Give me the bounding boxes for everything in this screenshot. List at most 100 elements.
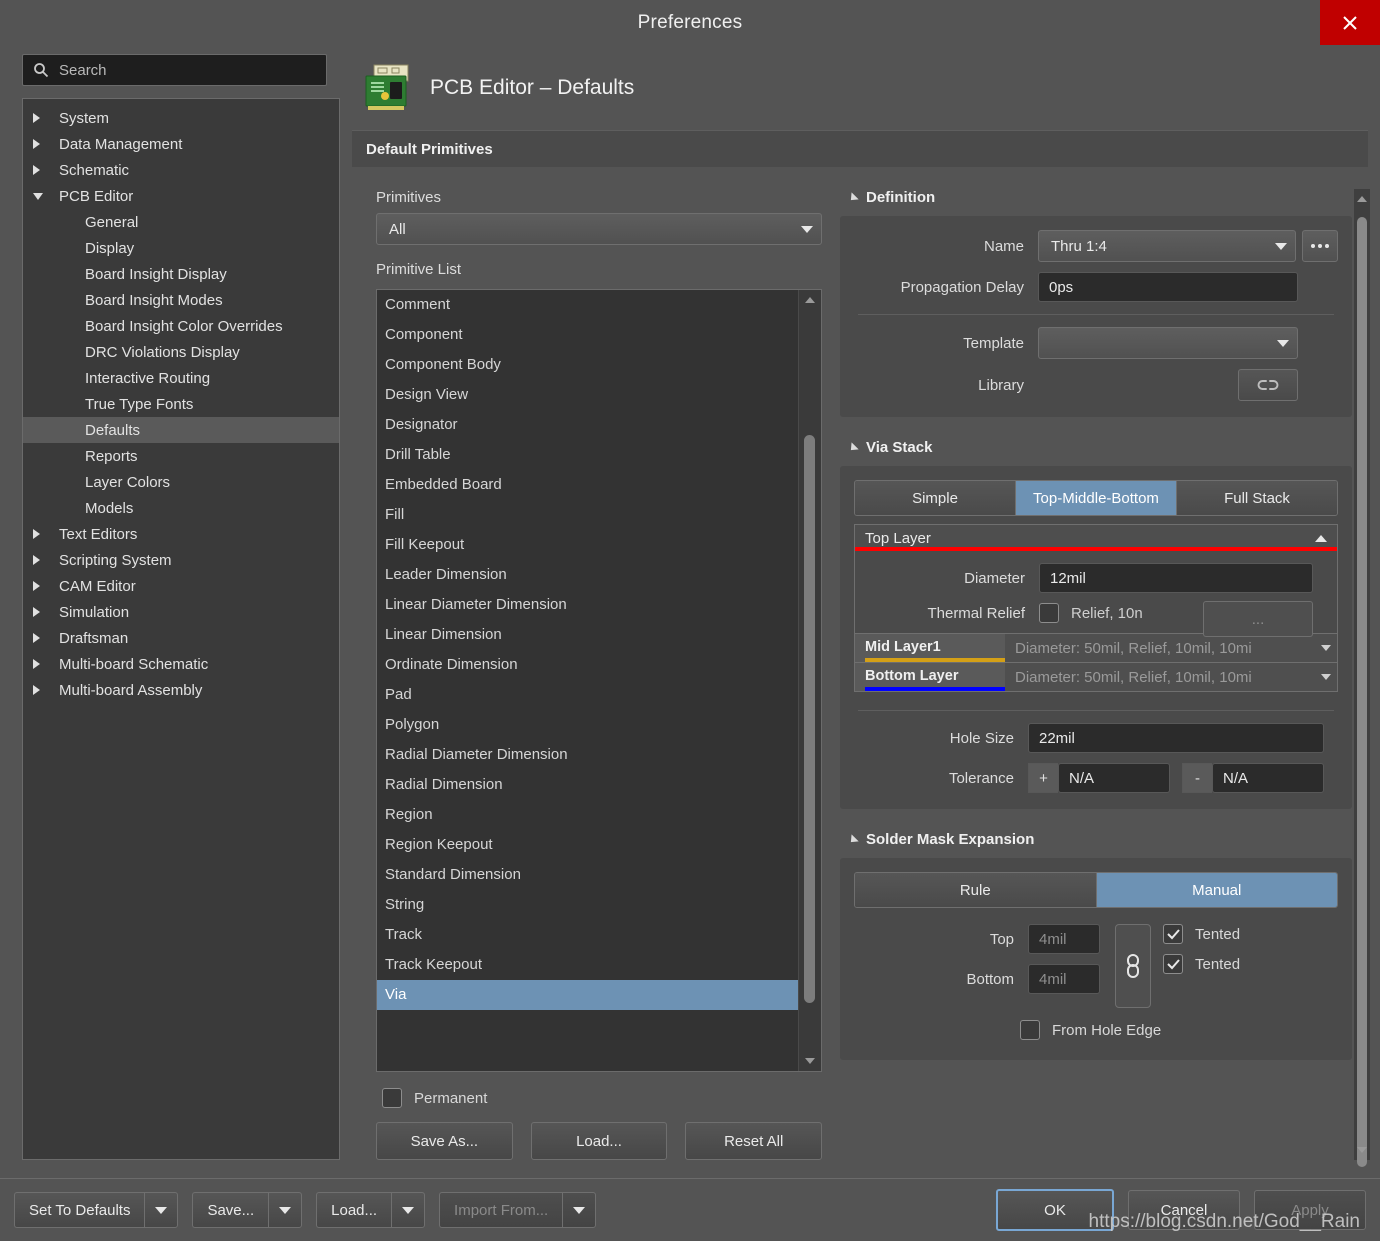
- tree-expander[interactable]: [33, 555, 59, 565]
- mask-mode-rule[interactable]: Rule: [855, 873, 1097, 907]
- link-top-bottom-toggle[interactable]: [1115, 924, 1151, 1008]
- sidebar-item-board-insight-display[interactable]: Board Insight Display: [23, 261, 339, 287]
- name-more-button[interactable]: [1302, 230, 1338, 262]
- set-to-defaults-button[interactable]: Set To Defaults: [14, 1192, 179, 1228]
- list-item[interactable]: Standard Dimension: [377, 860, 799, 890]
- list-item[interactable]: Pad: [377, 680, 799, 710]
- thermal-relief-checkbox[interactable]: [1039, 603, 1059, 623]
- list-item[interactable]: Drill Table: [377, 440, 799, 470]
- sidebar-item-board-insight-modes[interactable]: Board Insight Modes: [23, 287, 339, 313]
- chevron-down-icon[interactable]: [1321, 674, 1331, 680]
- load-button[interactable]: Load...: [530, 1122, 668, 1160]
- sidebar-item-display[interactable]: Display: [23, 235, 339, 261]
- list-item[interactable]: Leader Dimension: [377, 560, 799, 590]
- permanent-checkbox[interactable]: [382, 1088, 402, 1108]
- sidebar-item-draftsman[interactable]: Draftsman: [23, 625, 339, 651]
- tree-expander[interactable]: [33, 685, 59, 695]
- list-item[interactable]: Track Keepout: [377, 950, 799, 980]
- set-to-defaults-arrow[interactable]: [144, 1192, 179, 1228]
- list-item[interactable]: Linear Diameter Dimension: [377, 590, 799, 620]
- scrollbar-thumb[interactable]: [804, 435, 815, 1003]
- sidebar-item-pcb-editor[interactable]: PCB Editor: [23, 183, 339, 209]
- mask-bottom-input[interactable]: 4mil: [1028, 964, 1100, 994]
- list-item[interactable]: Linear Dimension: [377, 620, 799, 650]
- via-mode-full-stack[interactable]: Full Stack: [1177, 481, 1337, 515]
- sidebar-item-cam-editor[interactable]: CAM Editor: [23, 573, 339, 599]
- name-dropdown[interactable]: Thru 1:4: [1038, 230, 1296, 262]
- search-input[interactable]: Search: [22, 54, 327, 86]
- via-mode-simple[interactable]: Simple: [855, 481, 1016, 515]
- mask-mode-manual[interactable]: Manual: [1096, 873, 1337, 907]
- sidebar-item-reports[interactable]: Reports: [23, 443, 339, 469]
- sidebar-item-multi-board-schematic[interactable]: Multi-board Schematic: [23, 651, 339, 677]
- sidebar-item-simulation[interactable]: Simulation: [23, 599, 339, 625]
- scroll-down-button[interactable]: [799, 1051, 821, 1071]
- primitives-filter-dropdown[interactable]: All: [376, 213, 822, 245]
- primitive-listbox[interactable]: Comment Component Component Body Design Vie…: [376, 289, 822, 1072]
- properties-scrollbar-thumb[interactable]: [1357, 217, 1367, 1167]
- properties-scroll-down[interactable]: [1354, 1140, 1370, 1160]
- load-footer-button[interactable]: Load...: [316, 1192, 426, 1228]
- mask-top-input[interactable]: 4mil: [1028, 924, 1100, 954]
- solder-mask-group-header[interactable]: Solder Mask Expansion: [847, 831, 1352, 848]
- list-item[interactable]: Radial Diameter Dimension: [377, 740, 799, 770]
- cancel-button[interactable]: Cancel: [1128, 1190, 1240, 1230]
- tree-expander[interactable]: [33, 529, 59, 539]
- sidebar-item-models[interactable]: Models: [23, 495, 339, 521]
- list-item[interactable]: Fill: [377, 500, 799, 530]
- sidebar-item-defaults[interactable]: Defaults: [23, 417, 339, 443]
- layer-row[interactable]: Mid Layer1 Diameter: 50mil, Relief, 10mil…: [855, 634, 1337, 663]
- sidebar-item-schematic[interactable]: Schematic: [23, 157, 339, 183]
- primitive-list-scrollbar[interactable]: [798, 290, 821, 1071]
- template-dropdown[interactable]: [1038, 327, 1298, 359]
- tree-expander[interactable]: [33, 581, 59, 591]
- propagation-delay-input[interactable]: 0ps: [1038, 272, 1298, 302]
- list-item[interactable]: Region: [377, 800, 799, 830]
- ok-button[interactable]: OK: [996, 1189, 1114, 1231]
- diameter-input[interactable]: 12mil: [1039, 563, 1313, 593]
- chevron-down-icon[interactable]: [1321, 645, 1331, 651]
- via-stack-group-header[interactable]: Via Stack: [847, 439, 1352, 456]
- list-item[interactable]: Component Body: [377, 350, 799, 380]
- sidebar-item-layer-colors[interactable]: Layer Colors: [23, 469, 339, 495]
- sidebar-item-true-type-fonts[interactable]: True Type Fonts: [23, 391, 339, 417]
- list-item[interactable]: Via: [377, 980, 799, 1010]
- from-hole-edge-checkbox[interactable]: [1020, 1020, 1040, 1040]
- list-item[interactable]: Polygon: [377, 710, 799, 740]
- tree-expander[interactable]: [33, 192, 59, 200]
- tree-expander[interactable]: [33, 139, 59, 149]
- sidebar-item-board-insight-color-overrides[interactable]: Board Insight Color Overrides: [23, 313, 339, 339]
- thermal-relief-more-button[interactable]: ...: [1203, 601, 1313, 637]
- tree-expander[interactable]: [33, 165, 59, 175]
- list-item[interactable]: Embedded Board: [377, 470, 799, 500]
- top-tented-checkbox[interactable]: [1163, 924, 1183, 944]
- tree-expander[interactable]: [33, 113, 59, 123]
- settings-tree[interactable]: System Data Management Schematic PCB Editor…: [22, 98, 340, 1160]
- library-link-button[interactable]: [1238, 369, 1298, 401]
- close-button[interactable]: [1320, 0, 1380, 45]
- sidebar-item-data-management[interactable]: Data Management: [23, 131, 339, 157]
- top-layer-header[interactable]: Top Layer: [855, 525, 1337, 547]
- tree-expander[interactable]: [33, 659, 59, 669]
- list-item[interactable]: Ordinate Dimension: [377, 650, 799, 680]
- load-footer-arrow[interactable]: [391, 1192, 426, 1228]
- sidebar-item-multi-board-assembly[interactable]: Multi-board Assembly: [23, 677, 339, 703]
- sidebar-item-general[interactable]: General: [23, 209, 339, 235]
- list-item[interactable]: Track: [377, 920, 799, 950]
- scroll-up-button[interactable]: [799, 290, 821, 310]
- list-item[interactable]: Radial Dimension: [377, 770, 799, 800]
- load-footer-label[interactable]: Load...: [316, 1192, 392, 1228]
- sidebar-item-system[interactable]: System: [23, 105, 339, 131]
- list-item[interactable]: String: [377, 890, 799, 920]
- sidebar-item-drc-violations-display[interactable]: DRC Violations Display: [23, 339, 339, 365]
- tolerance-plus-input[interactable]: N/A: [1058, 763, 1170, 793]
- save-button[interactable]: Save...: [192, 1192, 303, 1228]
- list-item[interactable]: Designator: [377, 410, 799, 440]
- definition-group-header[interactable]: Definition: [847, 189, 1352, 206]
- list-item[interactable]: Design View: [377, 380, 799, 410]
- save-as-button[interactable]: Save As...: [376, 1122, 513, 1160]
- sidebar-item-scripting-system[interactable]: Scripting System: [23, 547, 339, 573]
- list-item[interactable]: Region Keepout: [377, 830, 799, 860]
- bottom-tented-checkbox[interactable]: [1163, 954, 1183, 974]
- hole-size-input[interactable]: 22mil: [1028, 723, 1324, 753]
